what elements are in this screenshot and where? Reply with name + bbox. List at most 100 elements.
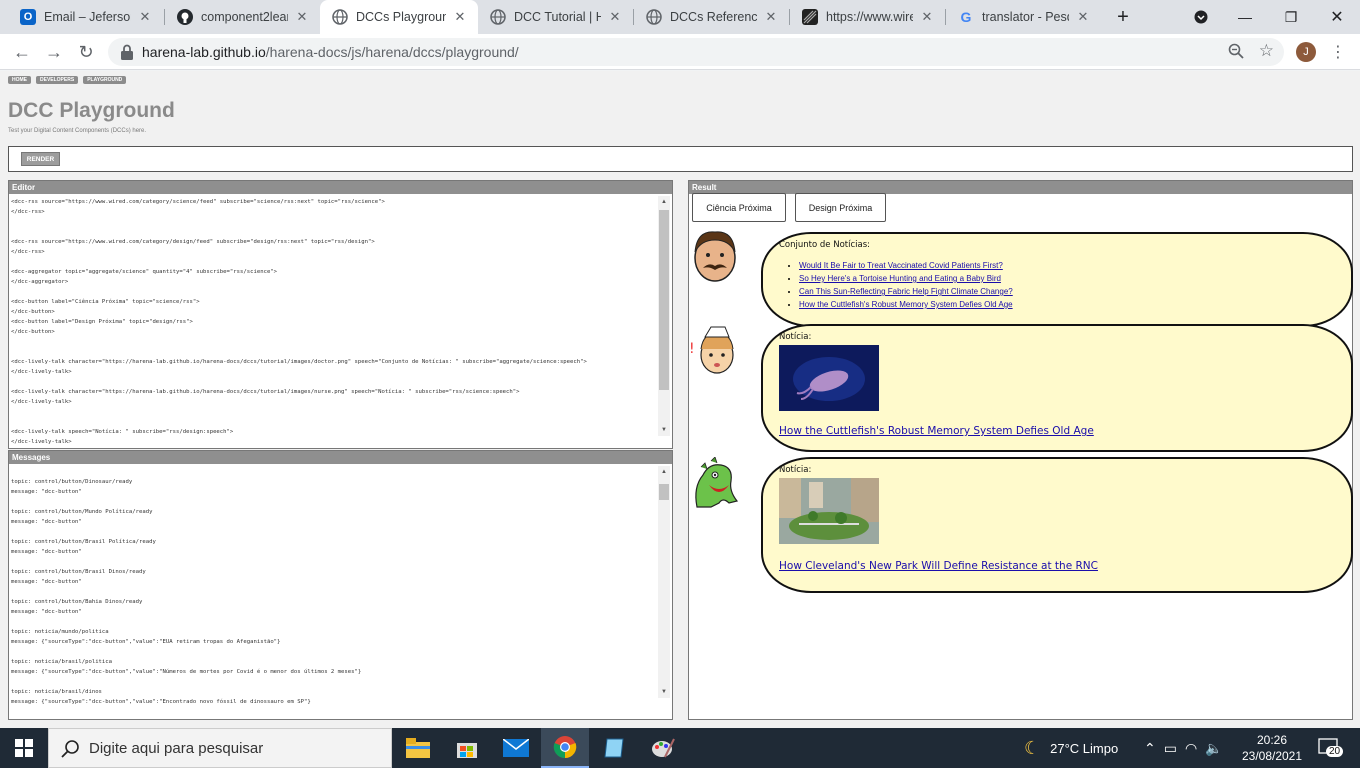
messages-scroll-thumb[interactable]: [659, 484, 669, 500]
lock-icon[interactable]: [120, 44, 134, 60]
scroll-up-icon[interactable]: ▲: [658, 466, 670, 478]
message-line: [11, 677, 651, 687]
new-tab-button[interactable]: +: [1100, 0, 1146, 34]
clock[interactable]: 20:26 23/08/2021: [1240, 728, 1304, 768]
profile-avatar[interactable]: J: [1296, 42, 1316, 62]
close-tab-icon[interactable]: ✕: [763, 9, 779, 25]
wifi-icon[interactable]: ◠: [1185, 740, 1197, 757]
browser-toolbar: ← → ↻ harena-lab.github.io/harena-docs/j…: [0, 34, 1360, 70]
cleveland-park-news-image: [779, 478, 879, 544]
editor-code-line: [11, 337, 651, 347]
result-header: Result: [689, 181, 1352, 194]
editor-code-line: <dcc-rss source="https://www.wired.com/c…: [11, 239, 375, 245]
message-line: message: {"sourceType":"dcc-button","val…: [11, 639, 281, 645]
cuttlefish-news-image: [779, 345, 879, 411]
volume-icon[interactable]: 🔈: [1205, 740, 1222, 757]
store-icon[interactable]: [443, 728, 491, 768]
mail-icon[interactable]: [492, 728, 540, 768]
message-line: topic: noticia/brasil/politica: [11, 659, 113, 665]
chevron-up-icon[interactable]: ⌃: [1144, 740, 1156, 757]
google-icon: G: [960, 9, 972, 25]
editor-scroll-thumb[interactable]: [659, 210, 669, 390]
messages-textarea[interactable]: topic: control/button/Dinosaur/ready mess…: [11, 467, 651, 719]
paint-icon[interactable]: [639, 728, 687, 768]
notification-center-icon[interactable]: 20: [1318, 728, 1344, 768]
tab-github[interactable]: component2learn ✕: [165, 0, 320, 34]
minimize-button[interactable]: —: [1222, 0, 1268, 34]
forward-button[interactable]: →: [42, 40, 66, 64]
news-link[interactable]: How the Cuttlefish's Robust Memory Syste…: [799, 300, 1013, 309]
tab-translator[interactable]: G translator - Pesqu ✕: [946, 0, 1101, 34]
news-link[interactable]: Can This Sun-Reflecting Fabric Help Figh…: [799, 287, 1013, 296]
svg-text:!: !: [689, 341, 695, 357]
message-line: topic: control/button/Dinosaur/ready: [11, 479, 133, 485]
message-line: topic: noticia/brasil/dinos: [11, 689, 102, 695]
tab-search-button[interactable]: [1178, 0, 1224, 34]
close-tab-icon[interactable]: ✕: [137, 9, 153, 25]
nurse-speech-text: Notícia:: [779, 332, 812, 342]
close-tab-icon[interactable]: ✕: [919, 9, 935, 25]
editor-textarea[interactable]: <dcc-rss source="https://www.wired.com/c…: [11, 197, 651, 447]
message-line: message: "dcc-button": [11, 609, 82, 615]
ciencia-proxima-button[interactable]: Ciência Próxima: [692, 193, 786, 222]
close-tab-icon[interactable]: ✕: [607, 9, 623, 25]
message-line: topic: noticia/mundo/politica: [11, 629, 109, 635]
tab-dccs-playground[interactable]: DCCs Playground ✕: [320, 0, 478, 34]
message-line: [11, 707, 651, 717]
close-tab-icon[interactable]: ✕: [294, 9, 310, 25]
breadcrumb-developers[interactable]: DEVELOPERS: [36, 76, 79, 84]
message-line: message: "dcc-button": [11, 579, 82, 585]
battery-icon[interactable]: ▭: [1164, 740, 1177, 757]
weather-widget[interactable]: ☾ 27°C Limpo: [1024, 728, 1118, 768]
messages-panel: Messages topic: control/button/Dinosaur/…: [8, 450, 673, 720]
tab-dcc-tutorial[interactable]: DCC Tutorial | Ha ✕: [478, 0, 633, 34]
editor-code-line: [11, 227, 651, 237]
breadcrumb-home[interactable]: HOME: [8, 76, 31, 84]
message-line: topic: control/button/Brasil Dinos/ready: [11, 569, 146, 575]
breadcrumb-playground[interactable]: PLAYGROUND: [83, 76, 127, 84]
file-explorer-icon[interactable]: [394, 728, 442, 768]
editor-code-line: </dcc-lively-talk>: [11, 369, 72, 375]
editor-scrollbar[interactable]: ▲ ▼: [658, 196, 670, 436]
chrome-icon[interactable]: [541, 728, 589, 768]
globe-icon: [490, 9, 506, 25]
address-bar[interactable]: harena-lab.github.io/harena-docs/js/hare…: [108, 38, 1284, 66]
news-link[interactable]: Would It Be Fair to Treat Vaccinated Cov…: [799, 261, 1003, 270]
zoom-icon[interactable]: [1228, 43, 1244, 64]
close-tab-icon[interactable]: ✕: [452, 9, 468, 25]
news-list: Would It Be Fair to Treat Vaccinated Cov…: [779, 259, 1013, 311]
windows-start-icon[interactable]: [0, 728, 48, 768]
reload-button[interactable]: ↻: [74, 40, 98, 64]
page-content: HOME DEVELOPERS PLAYGROUND DCC Playgroun…: [0, 71, 1360, 728]
editor-code-line: <dcc-lively-talk character="https://hare…: [11, 389, 520, 395]
globe-icon: [646, 9, 662, 25]
scroll-down-icon[interactable]: ▼: [658, 424, 670, 436]
tab-dccs-reference[interactable]: DCCs Reference | ✕: [634, 0, 789, 34]
doctor-character-icon: [694, 231, 736, 282]
messages-scrollbar[interactable]: ▲ ▼: [658, 466, 670, 698]
nurse-character-icon: !: [689, 326, 734, 374]
restore-button[interactable]: ❐: [1268, 0, 1314, 34]
editor-code-line: <dcc-button label="Design Próxima" topic…: [11, 319, 193, 325]
result-panel: Result Ciência Próxima Design Próxima Co…: [688, 180, 1353, 720]
cleveland-news-link[interactable]: How Cleveland's New Park Will Define Res…: [779, 560, 1098, 572]
messages-header: Messages: [9, 451, 672, 464]
editor-code-line: <dcc-rss source="https://www.wired.com/c…: [11, 199, 385, 205]
back-button[interactable]: ←: [10, 40, 34, 64]
bookmark-star-icon[interactable]: ☆: [1259, 41, 1274, 61]
outlook-icon: O: [20, 9, 36, 25]
menu-kebab-icon[interactable]: ⋮: [1326, 40, 1350, 64]
taskbar-search-input[interactable]: Digite aqui para pesquisar: [48, 728, 392, 768]
scroll-down-icon[interactable]: ▼: [658, 686, 670, 698]
design-proxima-button[interactable]: Design Próxima: [795, 193, 886, 222]
close-window-button[interactable]: ✕: [1314, 0, 1360, 34]
cuttlefish-news-link[interactable]: How the Cuttlefish's Robust Memory Syste…: [779, 425, 1094, 437]
close-tab-icon[interactable]: ✕: [1075, 9, 1091, 25]
render-button[interactable]: RENDER: [21, 152, 60, 166]
tab-wired[interactable]: https://www.wired ✕: [790, 0, 945, 34]
scroll-up-icon[interactable]: ▲: [658, 196, 670, 208]
news-link[interactable]: So Hey Here's a Tortoise Hunting and Eat…: [799, 274, 1001, 283]
tab-email[interactable]: O Email – Jeferson M ✕: [8, 0, 163, 34]
globe-icon: [332, 9, 348, 25]
notepad-icon[interactable]: [590, 728, 638, 768]
